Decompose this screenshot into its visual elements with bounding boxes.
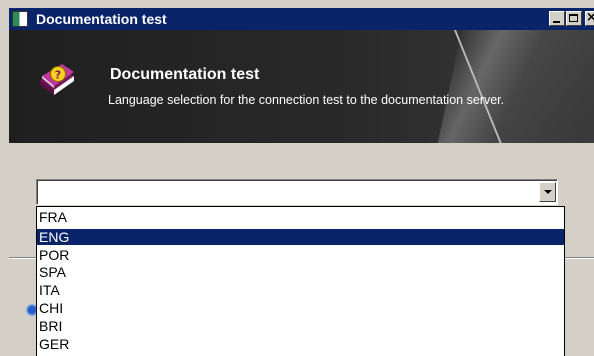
minimize-icon <box>553 21 560 23</box>
list-item-por[interactable]: POR <box>37 247 564 263</box>
dialog-window: Documentation test × ? Documentation tes… <box>0 0 594 356</box>
list-item-chi[interactable]: CHI <box>37 300 564 316</box>
svg-text:?: ? <box>55 69 61 82</box>
minimize-button[interactable] <box>549 11 565 26</box>
list-item-ita[interactable]: ITA <box>37 282 564 298</box>
list-item-ger[interactable]: GER <box>37 336 564 352</box>
language-combobox[interactable] <box>36 179 558 205</box>
app-icon <box>12 11 28 27</box>
header-banner: ? Documentation test Language selection … <box>9 30 594 143</box>
help-book-icon: ? <box>40 64 74 95</box>
header-title: Documentation test <box>110 66 260 83</box>
list-item-bri[interactable]: BRI <box>37 318 564 334</box>
header-description: Language selection for the connection te… <box>108 93 505 107</box>
list-item-eng[interactable]: ENG <box>37 229 564 245</box>
maximize-button[interactable] <box>566 11 582 26</box>
close-button[interactable]: × <box>585 10 594 26</box>
banner-decoration <box>434 30 594 143</box>
maximize-icon <box>569 14 578 22</box>
list-item-spa[interactable]: SPA <box>37 264 564 280</box>
close-icon: × <box>586 10 594 25</box>
window-title: Documentation test <box>36 11 167 27</box>
language-dropdown-list[interactable]: FRA ENG POR SPA ITA CHI BRI GER <box>36 206 565 356</box>
chevron-down-icon <box>544 190 552 194</box>
title-bar[interactable]: Documentation test × <box>9 8 594 30</box>
dropdown-button[interactable] <box>539 182 556 202</box>
list-item-fra[interactable]: FRA <box>37 209 564 225</box>
